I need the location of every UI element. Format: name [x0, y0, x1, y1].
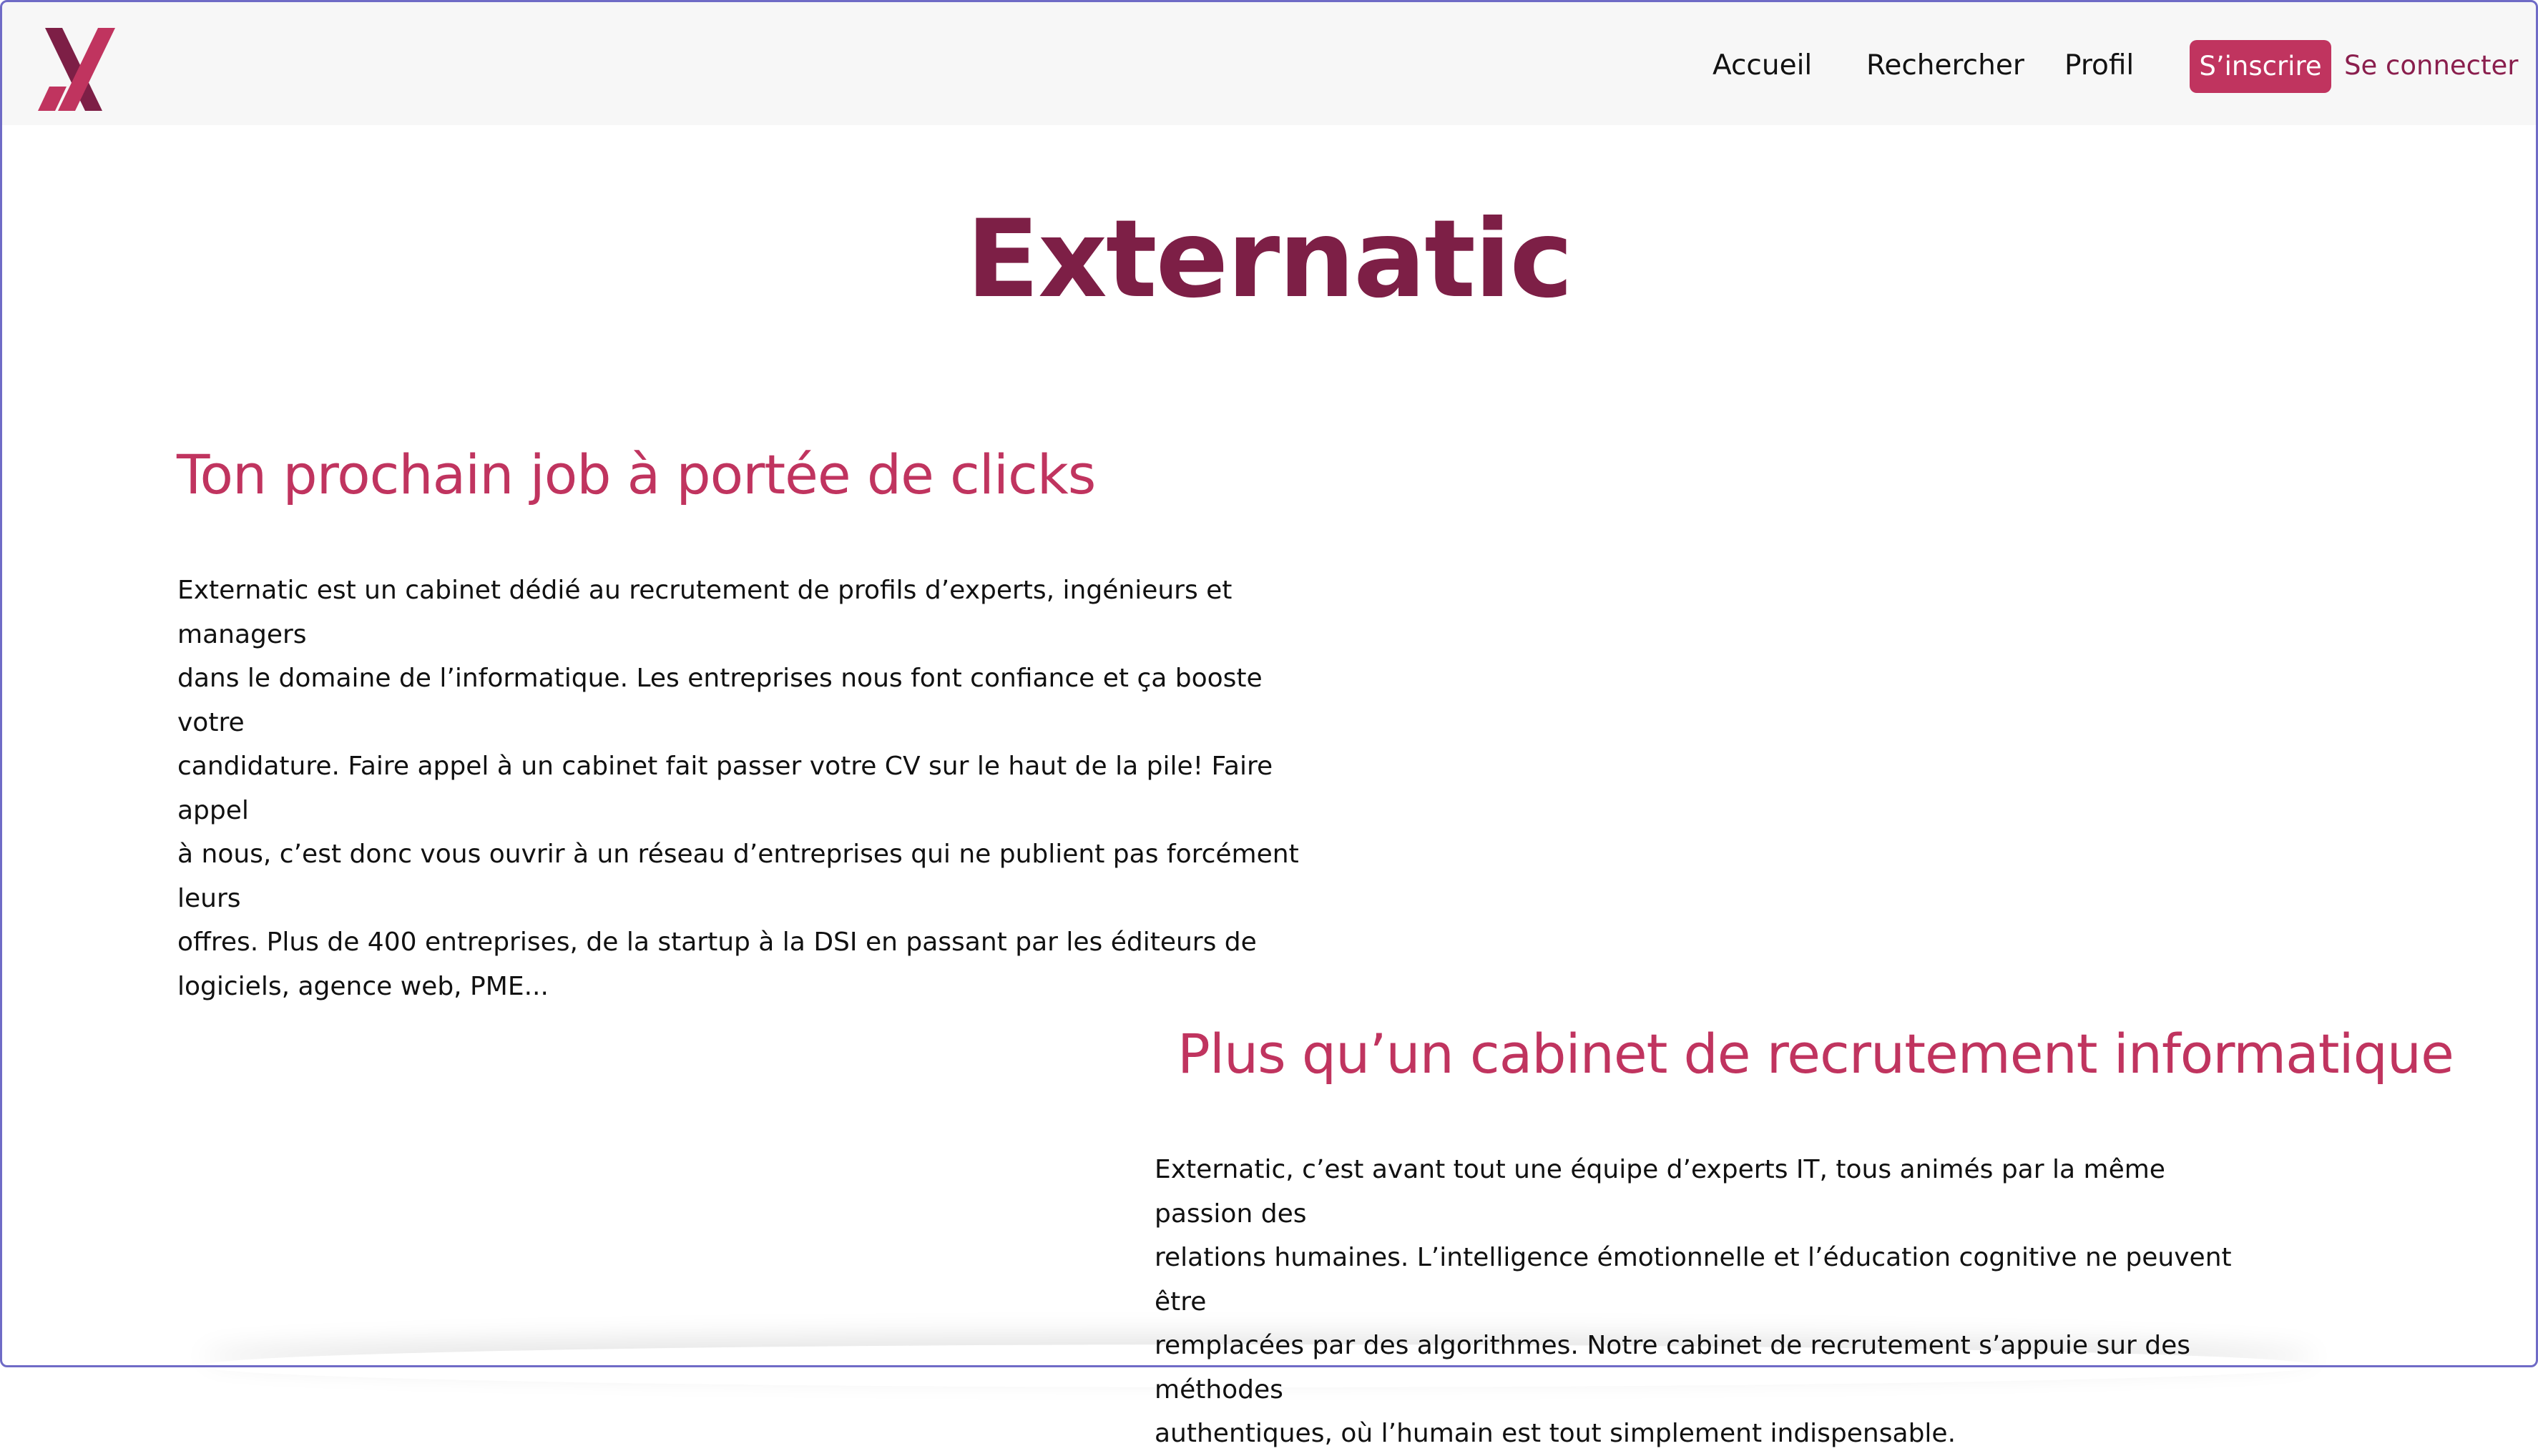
page-title: Externatic	[966, 197, 1574, 322]
paragraph-line: à nous, c’est donc vous ouvrir à un rése…	[177, 840, 1299, 913]
paragraph-line: Externatic est un cabinet dédié au recru…	[177, 576, 1233, 649]
paragraph-line: candidature. Faire appel à un cabinet fa…	[177, 752, 1273, 825]
nav-link-rechercher[interactable]: Rechercher	[1866, 46, 2024, 85]
nav-link-accueil[interactable]: Accueil	[1713, 46, 1812, 85]
paragraph-line: relations humaines. L’intelligence émoti…	[1155, 1243, 2232, 1317]
section-paragraph-job: Externatic est un cabinet dédié au recru…	[177, 569, 1308, 1008]
paragraph-line: logiciels, agence web, PME...	[177, 971, 549, 1001]
section-heading-job: Ton prochain job à portée de clicks	[177, 443, 1096, 506]
card-edge-shadow	[200, 1344, 2318, 1387]
signup-button[interactable]: S’inscrire	[2190, 40, 2331, 93]
paragraph-line: dans le domaine de l’informatique. Les e…	[177, 664, 1263, 737]
section-heading-cabinet: Plus qu’un cabinet de recrutement inform…	[1177, 1022, 2454, 1086]
paragraph-line: Externatic, c’est avant tout une équipe …	[1155, 1155, 2165, 1229]
section-paragraph-cabinet: Externatic, c’est avant tout une équipe …	[1155, 1148, 2270, 1456]
navbar: Accueil Rechercher Profil S’inscrire Se …	[2, 2, 2536, 125]
paragraph-line: authentiques, où l’humain est tout simpl…	[1155, 1419, 1956, 1448]
paragraph-line: offres. Plus de 400 entreprises, de la s…	[177, 928, 1257, 957]
nav-link-profil[interactable]: Profil	[2064, 46, 2134, 85]
login-link[interactable]: Se connecter	[2344, 46, 2518, 85]
externatic-logo-icon[interactable]	[38, 28, 122, 111]
